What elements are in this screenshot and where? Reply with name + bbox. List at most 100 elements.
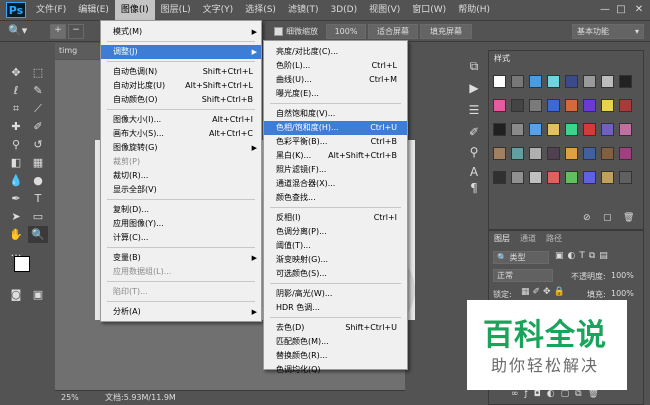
style-swatch[interactable]: [547, 99, 560, 112]
style-swatch[interactable]: [619, 123, 632, 136]
delete-style-icon[interactable]: 🗑: [623, 213, 634, 223]
menu-item[interactable]: 黑白(K)... Alt+Shift+Ctrl+B: [264, 149, 407, 163]
menu-item[interactable]: 曝光度(E)...: [264, 87, 407, 101]
new-style-icon[interactable]: ▢: [603, 213, 612, 223]
quick-select-icon[interactable]: ✎: [28, 82, 48, 99]
menu-item[interactable]: 应用图像(Y)...: [101, 217, 261, 231]
document-tab[interactable]: timg (3).jpg: [55, 43, 103, 71]
style-swatch[interactable]: [583, 75, 596, 88]
menu-9[interactable]: 窗口(W): [406, 0, 452, 20]
menu-3[interactable]: 图层(L): [155, 0, 197, 20]
menu-item[interactable]: 阴影/高光(W)...: [264, 287, 407, 301]
style-swatch[interactable]: [601, 75, 614, 88]
style-swatch[interactable]: [583, 123, 596, 136]
menu-item[interactable]: 计算(C)...: [101, 231, 261, 245]
menu-item[interactable]: 阈值(T)...: [264, 239, 407, 253]
menu-item[interactable]: 图像大小(I)... Alt+Ctrl+I: [101, 113, 261, 127]
zoom-tool-icon[interactable]: 🔍: [28, 226, 48, 243]
menu-item[interactable]: 分析(A) ▶: [101, 305, 261, 319]
menu-item[interactable]: 色彩平衡(B)... Ctrl+B: [264, 135, 407, 149]
menu-item[interactable]: 曲线(U)... Ctrl+M: [264, 73, 407, 87]
menu-item[interactable]: 色调分离(P)...: [264, 225, 407, 239]
eyedropper-tool-icon[interactable]: ⟋: [28, 100, 48, 117]
zoom-out-icon[interactable]: −: [68, 24, 84, 39]
menu-7[interactable]: 3D(D): [324, 0, 363, 20]
style-swatch[interactable]: [511, 75, 524, 88]
marquee-tool-icon[interactable]: ⬚: [28, 64, 48, 81]
layer-footer-icons[interactable]: ∞ƒ◘◐▢⧉🗑: [511, 389, 605, 399]
layer-filter-icons[interactable]: ▣◐T⧉▤: [555, 251, 612, 261]
style-swatch[interactable]: [529, 99, 542, 112]
style-swatch[interactable]: [493, 99, 506, 112]
style-swatch[interactable]: [511, 171, 524, 184]
menu-item[interactable]: 变量(B) ▶: [101, 251, 261, 265]
clone-source-icon[interactable]: ⚲: [464, 144, 484, 160]
history-brush-icon[interactable]: ↺: [28, 136, 48, 153]
menu-item[interactable]: 可选颜色(S)...: [264, 267, 407, 281]
menu-item[interactable]: 裁切(R)...: [101, 169, 261, 183]
style-swatch[interactable]: [529, 123, 542, 136]
menu-item[interactable]: 自动色调(N) Shift+Ctrl+L: [101, 65, 261, 79]
blend-mode-select[interactable]: 正常: [493, 269, 553, 282]
fine-zoom-checkbox[interactable]: [274, 27, 283, 36]
menu-10[interactable]: 帮助(H): [452, 0, 496, 20]
brush-tool-icon[interactable]: ✐: [28, 118, 48, 135]
menu-item[interactable]: 亮度/对比度(C)...: [264, 45, 407, 59]
menu-item[interactable]: 去色(D) Shift+Ctrl+U: [264, 321, 407, 335]
eraser-tool-icon[interactable]: ◧: [6, 154, 26, 171]
style-swatch[interactable]: [565, 99, 578, 112]
menu-item[interactable]: 通道混合器(X)...: [264, 177, 407, 191]
menu-4[interactable]: 文字(Y): [197, 0, 240, 20]
foreground-color-swatch[interactable]: [14, 256, 30, 272]
menu-item[interactable]: 自动颜色(O) Shift+Ctrl+B: [101, 93, 261, 107]
style-swatch[interactable]: [565, 147, 578, 160]
menu-item[interactable]: 画布大小(S)... Alt+Ctrl+C: [101, 127, 261, 141]
menu-5[interactable]: 选择(S): [239, 0, 282, 20]
style-swatch[interactable]: [619, 147, 632, 160]
lasso-tool-icon[interactable]: ℓ: [6, 82, 26, 99]
style-swatch[interactable]: [511, 123, 524, 136]
dodge-tool-icon[interactable]: ●: [28, 172, 48, 189]
fill-screen-button[interactable]: 填充屏幕: [420, 24, 472, 39]
style-swatch[interactable]: [511, 147, 524, 160]
style-swatch[interactable]: [583, 171, 596, 184]
menu-item[interactable]: 调整(J) ▶: [101, 45, 261, 59]
style-swatch[interactable]: [493, 147, 506, 160]
menu-item[interactable]: 替换颜色(R)...: [264, 349, 407, 363]
menu-item[interactable]: HDR 色调...: [264, 301, 407, 315]
menu-item[interactable]: 自然饱和度(V)...: [264, 107, 407, 121]
fill-value[interactable]: 100%: [611, 289, 634, 298]
zoom-level[interactable]: 25%: [61, 391, 79, 405]
path-select-icon[interactable]: ➤: [6, 208, 26, 225]
clone-stamp-icon[interactable]: ⚲: [6, 136, 26, 153]
menu-item[interactable]: 色阶(L)... Ctrl+L: [264, 59, 407, 73]
fit-screen-button[interactable]: 适合屏幕: [368, 24, 418, 39]
type-tool-icon[interactable]: T: [28, 190, 48, 207]
quick-mask-icon[interactable]: ◙: [6, 286, 26, 303]
menu-item[interactable]: 色调均化(Q): [264, 363, 407, 377]
menu-item[interactable]: 模式(M) ▶: [101, 25, 261, 39]
tab-channels[interactable]: 通道: [515, 231, 541, 246]
style-swatch[interactable]: [601, 123, 614, 136]
hand-tool-icon[interactable]: ✋: [6, 226, 26, 243]
menu-item[interactable]: 图像旋转(G) ▶: [101, 141, 261, 155]
menu-1[interactable]: 编辑(E): [72, 0, 115, 20]
tab-styles[interactable]: 样式: [489, 51, 515, 66]
style-swatch[interactable]: [511, 99, 524, 112]
style-swatch[interactable]: [547, 123, 560, 136]
minimize-icon[interactable]: —: [598, 3, 612, 16]
maximize-icon[interactable]: □: [614, 3, 628, 16]
tab-layers[interactable]: 图层: [489, 231, 515, 246]
menu-item[interactable]: 自动对比度(U) Alt+Shift+Ctrl+L: [101, 79, 261, 93]
actions-icon[interactable]: ▶: [464, 80, 484, 96]
style-swatch[interactable]: [583, 99, 596, 112]
menu-0[interactable]: 文件(F): [30, 0, 72, 20]
properties-icon[interactable]: ☰: [464, 102, 484, 118]
paragraph-icon[interactable]: ¶: [464, 180, 484, 196]
style-swatch[interactable]: [547, 171, 560, 184]
healing-brush-icon[interactable]: ✚: [6, 118, 26, 135]
style-swatch[interactable]: [619, 99, 632, 112]
style-swatch[interactable]: [601, 171, 614, 184]
actual-pixels-button[interactable]: 100%: [326, 24, 366, 39]
style-swatch[interactable]: [547, 147, 560, 160]
